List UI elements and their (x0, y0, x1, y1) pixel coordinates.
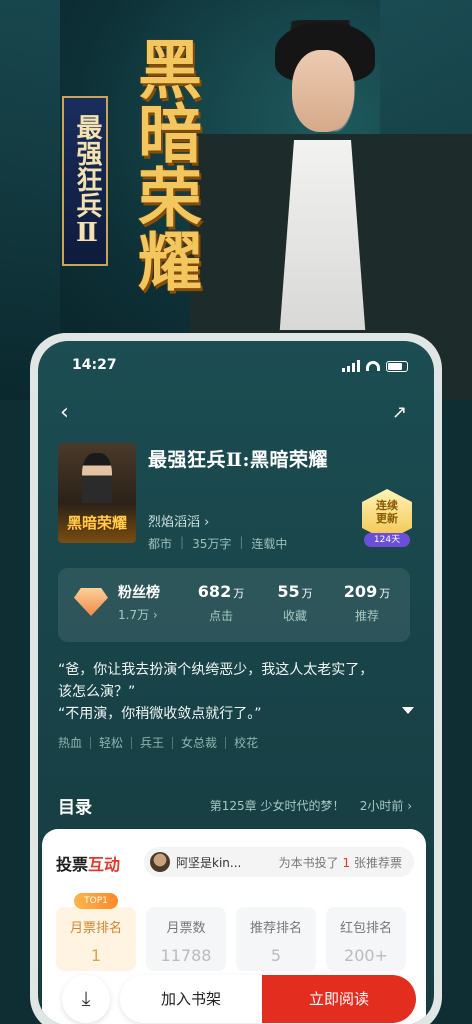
stat-recommend-number: 209 (343, 582, 378, 601)
book-genre: 都市 (148, 537, 173, 551)
tag-list: 热血 轻松 兵王 女总裁 校花 (58, 737, 266, 749)
stat-favorites: 55 万 收藏 (260, 582, 330, 624)
poster-subtitle: 最强狂兵Ⅱ (62, 96, 108, 266)
badge-line1: 连续 (376, 499, 398, 512)
wifi-icon (366, 361, 380, 371)
rank-value: 11788 (160, 946, 212, 965)
latest-chapter: 第125章 少女时代的梦！ (209, 799, 345, 813)
rank-label: 红包排名 (339, 921, 392, 936)
rank-card-redpacket[interactable]: 红包排名 200+ (326, 907, 406, 971)
voter-message-post: 张推荐票 (353, 856, 402, 870)
stat-clicks-label: 点击 (208, 609, 233, 623)
download-icon[interactable]: ⤓ (62, 975, 110, 1023)
poster-main-title: 黑暗荣耀 (127, 36, 202, 292)
status-bar: 14:27 (38, 357, 434, 377)
tag-item[interactable]: 兵王 (131, 737, 172, 749)
stat-recommend-unit: 万 (379, 587, 391, 600)
author-link[interactable]: 烈焰滔滔 › (148, 511, 209, 530)
share-icon[interactable]: ↗ (392, 403, 412, 423)
battery-icon (386, 360, 408, 372)
author-name: 烈焰滔滔 (148, 515, 201, 530)
updated-time: 2小时前 › (359, 799, 412, 813)
book-cover[interactable]: 黑暗荣耀 (58, 443, 136, 543)
table-of-contents-row[interactable]: 目录 第125章 少女时代的梦！ 2小时前 › (58, 789, 412, 819)
chevron-right-icon: › (204, 515, 210, 530)
rank-label: 月票排名 (69, 921, 122, 936)
tag-item[interactable]: 校花 (225, 737, 266, 749)
intro-line: “爸，你让我去扮演个纨绔恶少，我这人太老实了， (58, 662, 374, 678)
stat-favorites-unit: 万 (301, 587, 313, 600)
recent-voter[interactable]: 阿坚是kin... 为本书投了 1 张推荐票 (144, 847, 414, 877)
stats-panel: 粉丝榜 1.7万 › 682 万 点击 55 万 收藏 209 万 推荐 (58, 568, 410, 642)
badge-text: 连续 更新 (362, 499, 412, 525)
status-time: 14:27 (72, 357, 117, 373)
book-meta: 都市 | 35万字 | 连载中 (148, 535, 287, 552)
intro-line: 该怎么演？” (58, 684, 136, 700)
hero-character-face (292, 50, 354, 132)
vote-title-b: 互动 (88, 855, 121, 874)
read-now-button[interactable]: 立即阅读 (262, 975, 416, 1023)
cover-title: 黑暗荣耀 (66, 514, 127, 532)
rank-card-recommend[interactable]: 推荐排名 5 (236, 907, 316, 971)
stat-favorites-number: 55 (277, 582, 300, 601)
rank-value: 1 (90, 946, 102, 965)
rank-card-monthly[interactable]: TOP1 月票排名 1 (56, 893, 136, 971)
rank-value: 5 (270, 946, 282, 965)
intro-line: “不用演，你稍微收敛点就行了。” (58, 706, 262, 722)
update-streak-badge: 连续 更新 124天 (358, 489, 416, 551)
badge-days: 124天 (364, 533, 410, 547)
stat-recommend: 209 万 推荐 (332, 582, 402, 624)
rank-label: 推荐排名 (249, 921, 302, 936)
voter-message-pre: 为本书投了 (278, 856, 339, 870)
book-word-count: 35万字 (192, 537, 232, 551)
toc-label: 目录 (58, 798, 92, 818)
rank-label: 月票数 (166, 921, 206, 936)
top1-badge: TOP1 (74, 893, 118, 909)
cover-character (82, 453, 112, 503)
rank-card-monthly-votes[interactable]: 月票数 11788 (146, 907, 226, 971)
stat-clicks-number: 682 (197, 582, 232, 601)
voter-message: 为本书投了 1 张推荐票 (279, 854, 402, 871)
poster-title: 最强狂兵Ⅱ 黑暗荣耀 (62, 36, 202, 306)
book-detail-screen: 14:27 ‹ ↗ 黑暗荣耀 最强狂兵Ⅱ:黑暗荣耀 烈焰滔滔 › 都市 | 35… (38, 341, 434, 1024)
meta-divider: | (239, 535, 244, 549)
toc-latest: 第125章 少女时代的梦！ 2小时前 › (210, 797, 412, 814)
rank-cards: TOP1 月票排名 1 月票数 11788 推荐排名 5 红包排名 200+ (56, 893, 406, 971)
add-to-shelf-button[interactable]: 加入书架 (120, 975, 262, 1023)
avatar (150, 852, 170, 872)
book-intro[interactable]: “爸，你让我去扮演个纨绔恶少，我这人太老实了， 该怎么演？” “不用演，你稍微收… (58, 659, 398, 725)
expand-icon[interactable] (402, 707, 414, 714)
tag-item[interactable]: 热血 (58, 737, 90, 749)
tag-item[interactable]: 女总裁 (172, 737, 225, 749)
book-title: 最强狂兵Ⅱ:黑暗荣耀 (148, 449, 329, 471)
phone-frame: 14:27 ‹ ↗ 黑暗荣耀 最强狂兵Ⅱ:黑暗荣耀 烈焰滔滔 › 都市 | 35… (30, 333, 442, 1024)
bottom-action-bar: ⤓ 加入书架 立即阅读 (62, 973, 416, 1023)
badge-line2: 更新 (376, 512, 398, 525)
voter-name: 阿坚是kin... (176, 856, 242, 870)
meta-divider: | (180, 535, 185, 549)
voter-count: 1 (342, 856, 351, 870)
book-status: 连载中 (251, 537, 288, 551)
stat-clicks: 682 万 点击 (186, 582, 256, 624)
stat-favorites-label: 收藏 (282, 609, 307, 623)
vote-title-a: 投票 (56, 855, 89, 874)
stat-clicks-unit: 万 (233, 587, 245, 600)
tag-item[interactable]: 轻松 (90, 737, 131, 749)
back-icon[interactable]: ‹ (60, 402, 80, 424)
fans-rank-value[interactable]: 1.7万 › (118, 606, 158, 623)
rank-value: 200+ (344, 946, 388, 965)
diamond-icon (74, 588, 108, 616)
vote-title: 投票互动 (56, 851, 120, 875)
fans-rank-label[interactable]: 粉丝榜 (118, 582, 160, 602)
signal-icon (342, 360, 360, 372)
system-icons (342, 360, 408, 372)
stat-recommend-label: 推荐 (354, 609, 379, 623)
